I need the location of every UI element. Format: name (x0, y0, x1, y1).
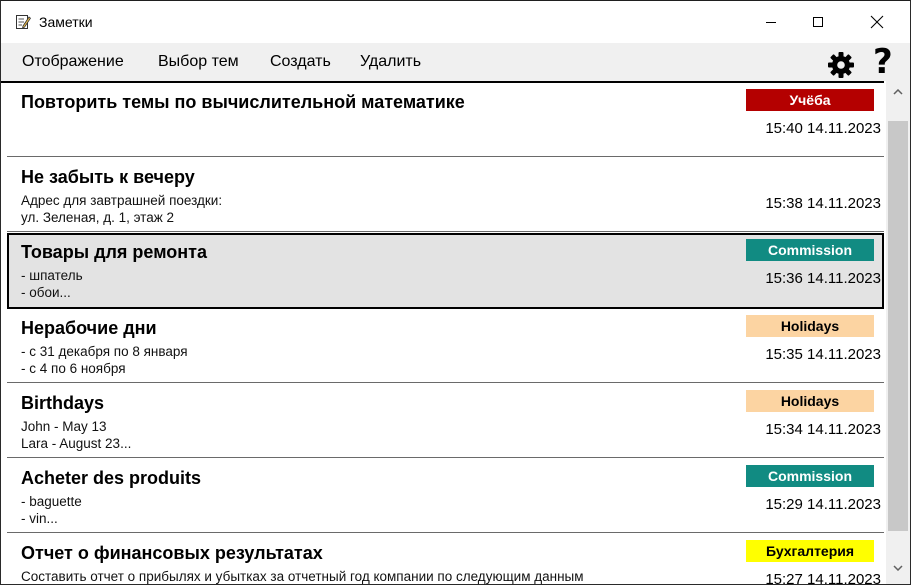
help-icon[interactable]: ? (873, 45, 893, 79)
window-title: Заметки (39, 14, 93, 30)
note-title: Не забыть к вечеру (21, 167, 195, 187)
vertical-scrollbar[interactable] (886, 81, 910, 584)
chevron-down-icon (893, 565, 903, 571)
note-date: 15:40 14.11.2023 (765, 120, 881, 137)
note-item-selected[interactable]: Товары для ремонта - шпатель - обои... C… (7, 233, 884, 309)
note-preview-line: - vin... (21, 511, 58, 526)
note-title: Birthdays (21, 393, 105, 413)
menu-bar: Отображение Выбор тем Создать Удалить (1, 43, 910, 81)
note-item[interactable]: Отчет о финансовых результатах Составить… (7, 534, 884, 585)
menu-delete[interactable]: Удалить (360, 53, 421, 71)
note-title: Товары для ремонта (21, 242, 207, 262)
note-date: 15:38 14.11.2023 (765, 195, 881, 212)
note-item[interactable]: Birthdays John - May 13 Lara - August 23… (7, 384, 884, 458)
close-icon (870, 15, 884, 29)
note-date: 15:34 14.11.2023 (765, 421, 881, 438)
note-preview-line: - с 4 по 6 ноября (21, 361, 126, 376)
note-date: 15:35 14.11.2023 (765, 346, 881, 363)
note-title: Повторить темы по вычислительной математ… (21, 92, 465, 112)
note-tag: Бухгалтерия (746, 540, 874, 562)
note-tag: Commission (746, 465, 874, 487)
note-title: Отчет о финансовых результатах (21, 543, 323, 563)
notes-list: Повторить темы по вычислительной математ… (1, 81, 886, 585)
note-tag: Holidays (746, 315, 874, 337)
note-preview-line: - baguette (21, 494, 82, 509)
note-preview-line: John - May 13 (21, 419, 107, 434)
note-tag: Holidays (746, 390, 874, 412)
scroll-up-button[interactable] (886, 81, 910, 103)
note-preview-line: Адрес для завтрашней поездки: (21, 193, 223, 208)
menu-view[interactable]: Отображение (22, 53, 124, 71)
scroll-down-button[interactable] (886, 557, 910, 579)
minimize-icon (766, 22, 776, 23)
note-tag: Учёба (746, 89, 874, 111)
minimize-button[interactable] (748, 1, 794, 43)
note-preview-line: - шпатель (21, 268, 83, 283)
note-preview-line: Составить отчет о прибылях и убытках за … (21, 569, 584, 584)
menu-create[interactable]: Создать (270, 53, 331, 71)
note-tag: Commission (746, 239, 874, 261)
chevron-up-icon (893, 89, 903, 95)
gear-icon[interactable] (827, 51, 855, 79)
note-title: Acheter des produits (21, 468, 202, 488)
note-preview-line: Lara - August 23... (21, 436, 132, 451)
note-date: 15:29 14.11.2023 (765, 496, 881, 513)
scrollbar-thumb[interactable] (888, 121, 908, 531)
note-item[interactable]: Нерабочие дни - с 31 декабря по 8 января… (7, 309, 884, 383)
title-bar[interactable]: Заметки (1, 1, 910, 43)
notes-window: Заметки Отображение Выбор тем Создать Уд… (0, 0, 911, 585)
note-item[interactable]: Повторить темы по вычислительной математ… (7, 83, 884, 157)
note-title: Нерабочие дни (21, 318, 157, 338)
note-preview-line: - обои... (21, 285, 71, 300)
note-date: 15:36 14.11.2023 (765, 270, 881, 287)
note-item[interactable]: Acheter des produits - baguette - vin...… (7, 459, 884, 533)
notepad-pencil-icon (16, 15, 31, 29)
menu-select-topics[interactable]: Выбор тем (158, 53, 239, 71)
note-item[interactable]: Не забыть к вечеру Адрес для завтрашней … (7, 158, 884, 232)
maximize-button[interactable] (795, 1, 841, 43)
maximize-icon (813, 17, 823, 27)
note-preview-line: - с 31 декабря по 8 января (21, 344, 188, 359)
note-preview-line: ул. Зеленая, д. 1, этаж 2 (21, 210, 175, 225)
note-date: 15:27 14.11.2023 (765, 571, 881, 585)
close-button[interactable] (854, 1, 900, 43)
